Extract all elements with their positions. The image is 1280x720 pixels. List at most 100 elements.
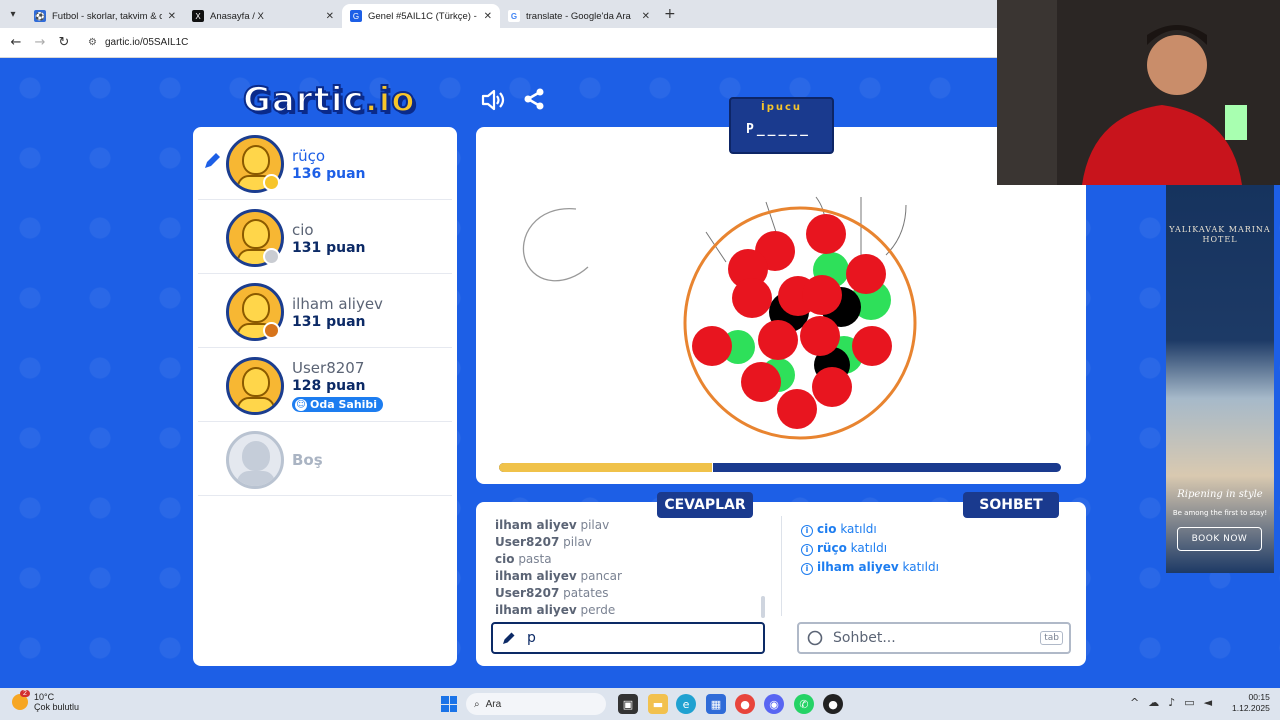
gold-medal-icon: [263, 174, 280, 191]
hint-label: İpucu: [760, 102, 803, 113]
player-score: 131 puan: [292, 240, 366, 256]
windows-taskbar: 2 10°C Çok bulutlu ⌕ Ara ▣ ▬ e ▦ ● ◉ ✆ ● ^…: [0, 688, 1280, 720]
close-icon[interactable]: ✕: [168, 11, 176, 22]
tab-title: Genel #5AIL1C (Türkçe) - Gartic: [368, 10, 478, 22]
store-icon[interactable]: ▦: [706, 694, 726, 714]
answer-item: ilham aliyev perde: [495, 603, 616, 617]
hint-word: P_____: [746, 122, 811, 137]
back-icon[interactable]: ←: [4, 35, 28, 50]
answer-input-value: p: [527, 630, 536, 646]
player-score: 136 puan: [292, 166, 366, 182]
reload-icon[interactable]: ↻: [52, 35, 76, 50]
file-explorer-icon[interactable]: ▬: [648, 694, 668, 714]
pencil-icon: [205, 153, 220, 168]
silver-medal-icon: [263, 248, 280, 265]
answer-input[interactable]: p: [491, 622, 765, 654]
drawing-canvas[interactable]: [476, 127, 1086, 484]
empty-avatar: [226, 431, 284, 489]
streamer-image: [997, 0, 1280, 185]
answer-item: User8207 patates: [495, 586, 609, 600]
player-name: ilham aliyev: [292, 295, 383, 313]
time-progress-bar: [499, 463, 1061, 472]
ball-icon: ⚽: [34, 10, 46, 22]
empty-slot[interactable]: Boş: [198, 423, 452, 496]
answer-item: User8207 pilav: [495, 535, 592, 549]
google-icon: G: [508, 10, 520, 22]
pencil-icon: [503, 632, 515, 644]
chat-header: SOHBET: [963, 492, 1059, 518]
clock-date: 1.12.2025: [1232, 703, 1270, 713]
weather-desc: Çok bulutlu: [34, 702, 80, 712]
chrome-icon[interactable]: ●: [735, 694, 755, 714]
player-list: rüço 136 puan cio 131 puan ilham aliyev …: [193, 127, 457, 666]
cloud-icon[interactable]: ☁: [1148, 696, 1159, 709]
bronze-medal-icon: [263, 322, 280, 339]
player-row: cio 131 puan: [198, 201, 452, 274]
app-icon[interactable]: ●: [823, 694, 843, 714]
whatsapp-icon[interactable]: ✆: [794, 694, 814, 714]
discord-icon[interactable]: ◉: [764, 694, 784, 714]
panel-divider: [781, 516, 782, 616]
weather-temp: 10°C: [34, 692, 55, 702]
book-now-button[interactable]: BOOK NOW: [1177, 527, 1262, 551]
share-icon[interactable]: [522, 87, 546, 111]
smile-icon: ☺: [295, 398, 307, 411]
answer-item: ilham aliyev pilav: [495, 518, 610, 532]
volume-icon[interactable]: ◄: [1204, 696, 1212, 709]
sound-icon[interactable]: [480, 88, 506, 112]
chat-item: i cio katıldı: [801, 520, 939, 539]
tab-title: Anasayfa / X: [210, 10, 264, 22]
new-tab-button[interactable]: +: [664, 6, 676, 22]
player-row: ilham aliyev 131 puan: [198, 275, 452, 348]
info-icon: i: [801, 525, 813, 537]
answers-scrollbar[interactable]: [761, 596, 765, 618]
close-icon[interactable]: ✕: [642, 11, 650, 22]
tab-key-hint: tab: [1040, 631, 1063, 645]
ad-subtitle: Be among the first to stay!: [1172, 509, 1268, 517]
site-info-icon[interactable]: ⚙: [88, 37, 97, 48]
player-name: rüço: [292, 147, 326, 165]
close-icon[interactable]: ✕: [326, 11, 334, 22]
hint-box: İpucu P_____: [729, 97, 834, 154]
task-view-icon[interactable]: ▣: [618, 694, 638, 714]
tab-title: Futbol - skorlar, takvim & oranlar: [52, 10, 162, 22]
forward-icon[interactable]: →: [28, 35, 52, 50]
weather-widget[interactable]: 2 10°C Çok bulutlu: [12, 690, 80, 712]
browser-tab[interactable]: X Anasayfa / X ✕: [184, 4, 342, 28]
info-icon: i: [801, 563, 813, 575]
webcam-overlay: [997, 0, 1280, 185]
chat-bubble-icon: [807, 630, 823, 646]
time-progress-fill: [499, 463, 713, 472]
chat-item: i rüço katıldı: [801, 539, 939, 558]
tab-search-button[interactable]: ▾: [0, 0, 26, 28]
answer-item: ilham aliyev pancar: [495, 569, 622, 583]
player-name: User8207: [292, 359, 365, 377]
search-icon: ⌕: [474, 698, 480, 710]
weather-icon: 2: [12, 690, 30, 710]
player-name: cio: [292, 221, 314, 239]
browser-tab[interactable]: ⚽ Futbol - skorlar, takvim & oranlar ✕: [26, 4, 184, 28]
hotel-ad[interactable]: YALIKAVAK MARINA HOTEL Ripening in style…: [1166, 185, 1274, 573]
browser-tab[interactable]: G translate - Google'da Ara ✕: [500, 4, 658, 28]
chat-placeholder: Sohbet...: [833, 630, 896, 646]
drawing: [522, 196, 917, 440]
url-field[interactable]: gartic.io/05SAIL1C: [105, 37, 188, 48]
chevron-up-icon[interactable]: ^: [1130, 696, 1139, 709]
start-button[interactable]: [441, 696, 457, 712]
system-tray[interactable]: ^ ☁ ♪ ▭ ◄: [1130, 696, 1212, 709]
chat-input[interactable]: Sohbet... tab: [797, 622, 1071, 654]
room-owner-badge: ☺ Oda Sahibi: [292, 397, 384, 412]
player-row: rüço 136 puan: [198, 127, 452, 200]
close-icon[interactable]: ✕: [484, 11, 492, 22]
empty-slot-label: Boş: [292, 451, 323, 469]
gartic-icon: G: [350, 10, 362, 22]
answers-list: ilham aliyev pilav User8207 pilav cio pa…: [495, 517, 755, 619]
clock[interactable]: 00:15 1.12.2025: [1232, 692, 1270, 714]
gartic-logo: Gartic.io: [242, 79, 416, 121]
network-icon[interactable]: ▭: [1184, 696, 1194, 709]
browser-tab-active[interactable]: G Genel #5AIL1C (Türkçe) - Gartic ✕: [342, 4, 500, 28]
edge-icon[interactable]: e: [676, 694, 696, 714]
chat-list: i cio katıldı i rüço katıldı i ilham aliyev…: [801, 520, 939, 577]
mic-icon[interactable]: ♪: [1168, 696, 1175, 709]
taskbar-search[interactable]: ⌕ Ara: [466, 693, 606, 715]
